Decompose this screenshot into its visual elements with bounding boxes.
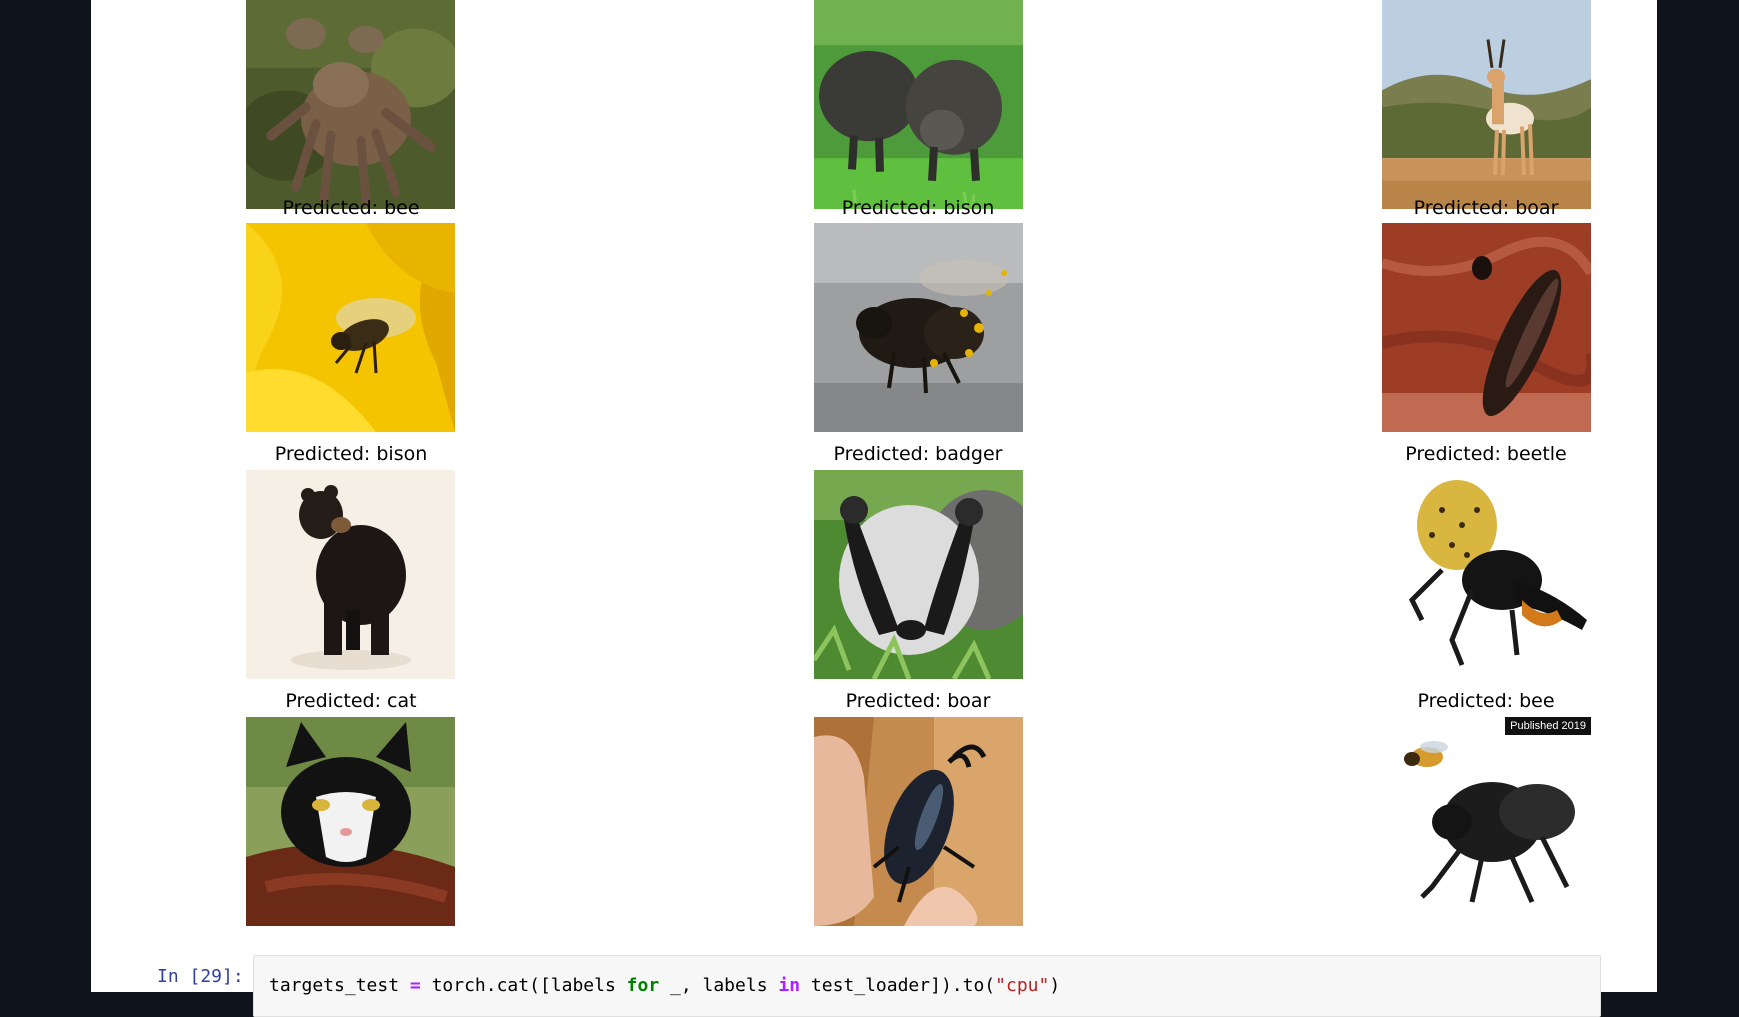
cell-prompt: In [29]: [157,966,244,987]
prediction-caption: Predicted: boar [1413,197,1559,219]
code-token: targets_test [269,975,410,996]
image-badger [814,470,1023,679]
code-token-keyword: in [778,975,801,996]
prediction-caption: Predicted: cat [285,690,417,712]
prediction-caption: Predicted: bee [282,197,420,219]
code-token-string: "cpu" [995,975,1050,996]
code-token: _, labels [659,975,779,996]
watermark-badge: Published 2019 [1505,717,1591,735]
code-token: ) [1049,975,1061,996]
code-editor[interactable]: targets_test = torch.cat([labels for _, … [253,955,1601,1017]
image-hercules-beetle [1382,470,1591,679]
code-line[interactable]: targets_test = torch.cat([labels for _, … [269,975,1060,996]
prediction-caption: Predicted: beetle [1405,443,1567,465]
code-token: test_loader]).to( [800,975,996,996]
image-giant-bee-comparison: Published 2019 [1382,717,1591,926]
prediction-caption: Predicted: badger [833,443,1003,465]
image-bee-on-flower [246,223,455,432]
prediction-caption: Predicted: bee [1417,690,1555,712]
image-black-bear [246,470,455,679]
code-token: torch.cat([labels [420,975,627,996]
image-boar [814,0,1023,209]
prediction-caption: Predicted: bison [274,443,428,465]
image-stag-beetle-in-hand [814,717,1023,926]
code-token-operator: = [409,975,421,996]
notebook-page: Predicted: bee Predicted: bison Predicte… [91,0,1657,1017]
cell-output: Predicted: bee Predicted: bison Predicte… [91,0,1657,940]
prediction-caption: Predicted: bison [841,197,995,219]
image-tarantula [246,0,455,209]
watermark-text: Published 2019 [1510,720,1586,732]
code-token-keyword: for [626,975,660,996]
image-beetle-on-rust [1382,223,1591,432]
image-antelope [1382,0,1591,209]
image-cat [246,717,455,926]
image-bee-with-pollen [814,223,1023,432]
prediction-caption: Predicted: boar [845,690,991,712]
